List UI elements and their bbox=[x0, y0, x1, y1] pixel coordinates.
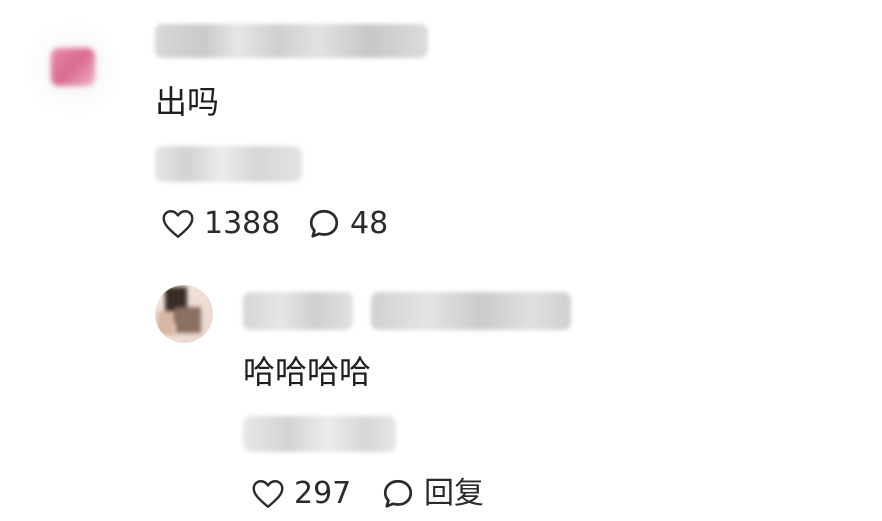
comment-reply-count: 48 bbox=[350, 206, 389, 241]
comment-text: 出吗 bbox=[155, 83, 220, 121]
reply-button-label: 回复 bbox=[424, 476, 484, 511]
speech-bubble-icon bbox=[380, 476, 416, 512]
reply-like-count: 297 bbox=[294, 476, 352, 511]
commenter-avatar[interactable] bbox=[25, 20, 121, 116]
comment-like-button[interactable]: 1388 bbox=[160, 204, 280, 244]
comment-meta-redacted bbox=[155, 146, 302, 182]
heart-outline-icon bbox=[160, 206, 196, 242]
comment-replies-button[interactable]: 48 bbox=[306, 204, 388, 244]
reply-meta-redacted bbox=[243, 416, 396, 452]
speech-bubble-icon bbox=[306, 206, 342, 242]
reply-button[interactable]: 回复 bbox=[380, 474, 484, 514]
commenter-name-redacted bbox=[155, 24, 428, 58]
reply-target-redacted bbox=[371, 292, 571, 330]
reply-text: 哈哈哈哈 bbox=[243, 353, 372, 391]
reply-like-button[interactable]: 297 bbox=[250, 474, 351, 514]
comment-like-count: 1388 bbox=[204, 206, 281, 241]
commenter-avatar-image bbox=[51, 48, 95, 86]
replier-name-redacted bbox=[243, 292, 353, 330]
heart-outline-icon bbox=[250, 476, 286, 512]
replier-avatar[interactable] bbox=[155, 285, 213, 343]
